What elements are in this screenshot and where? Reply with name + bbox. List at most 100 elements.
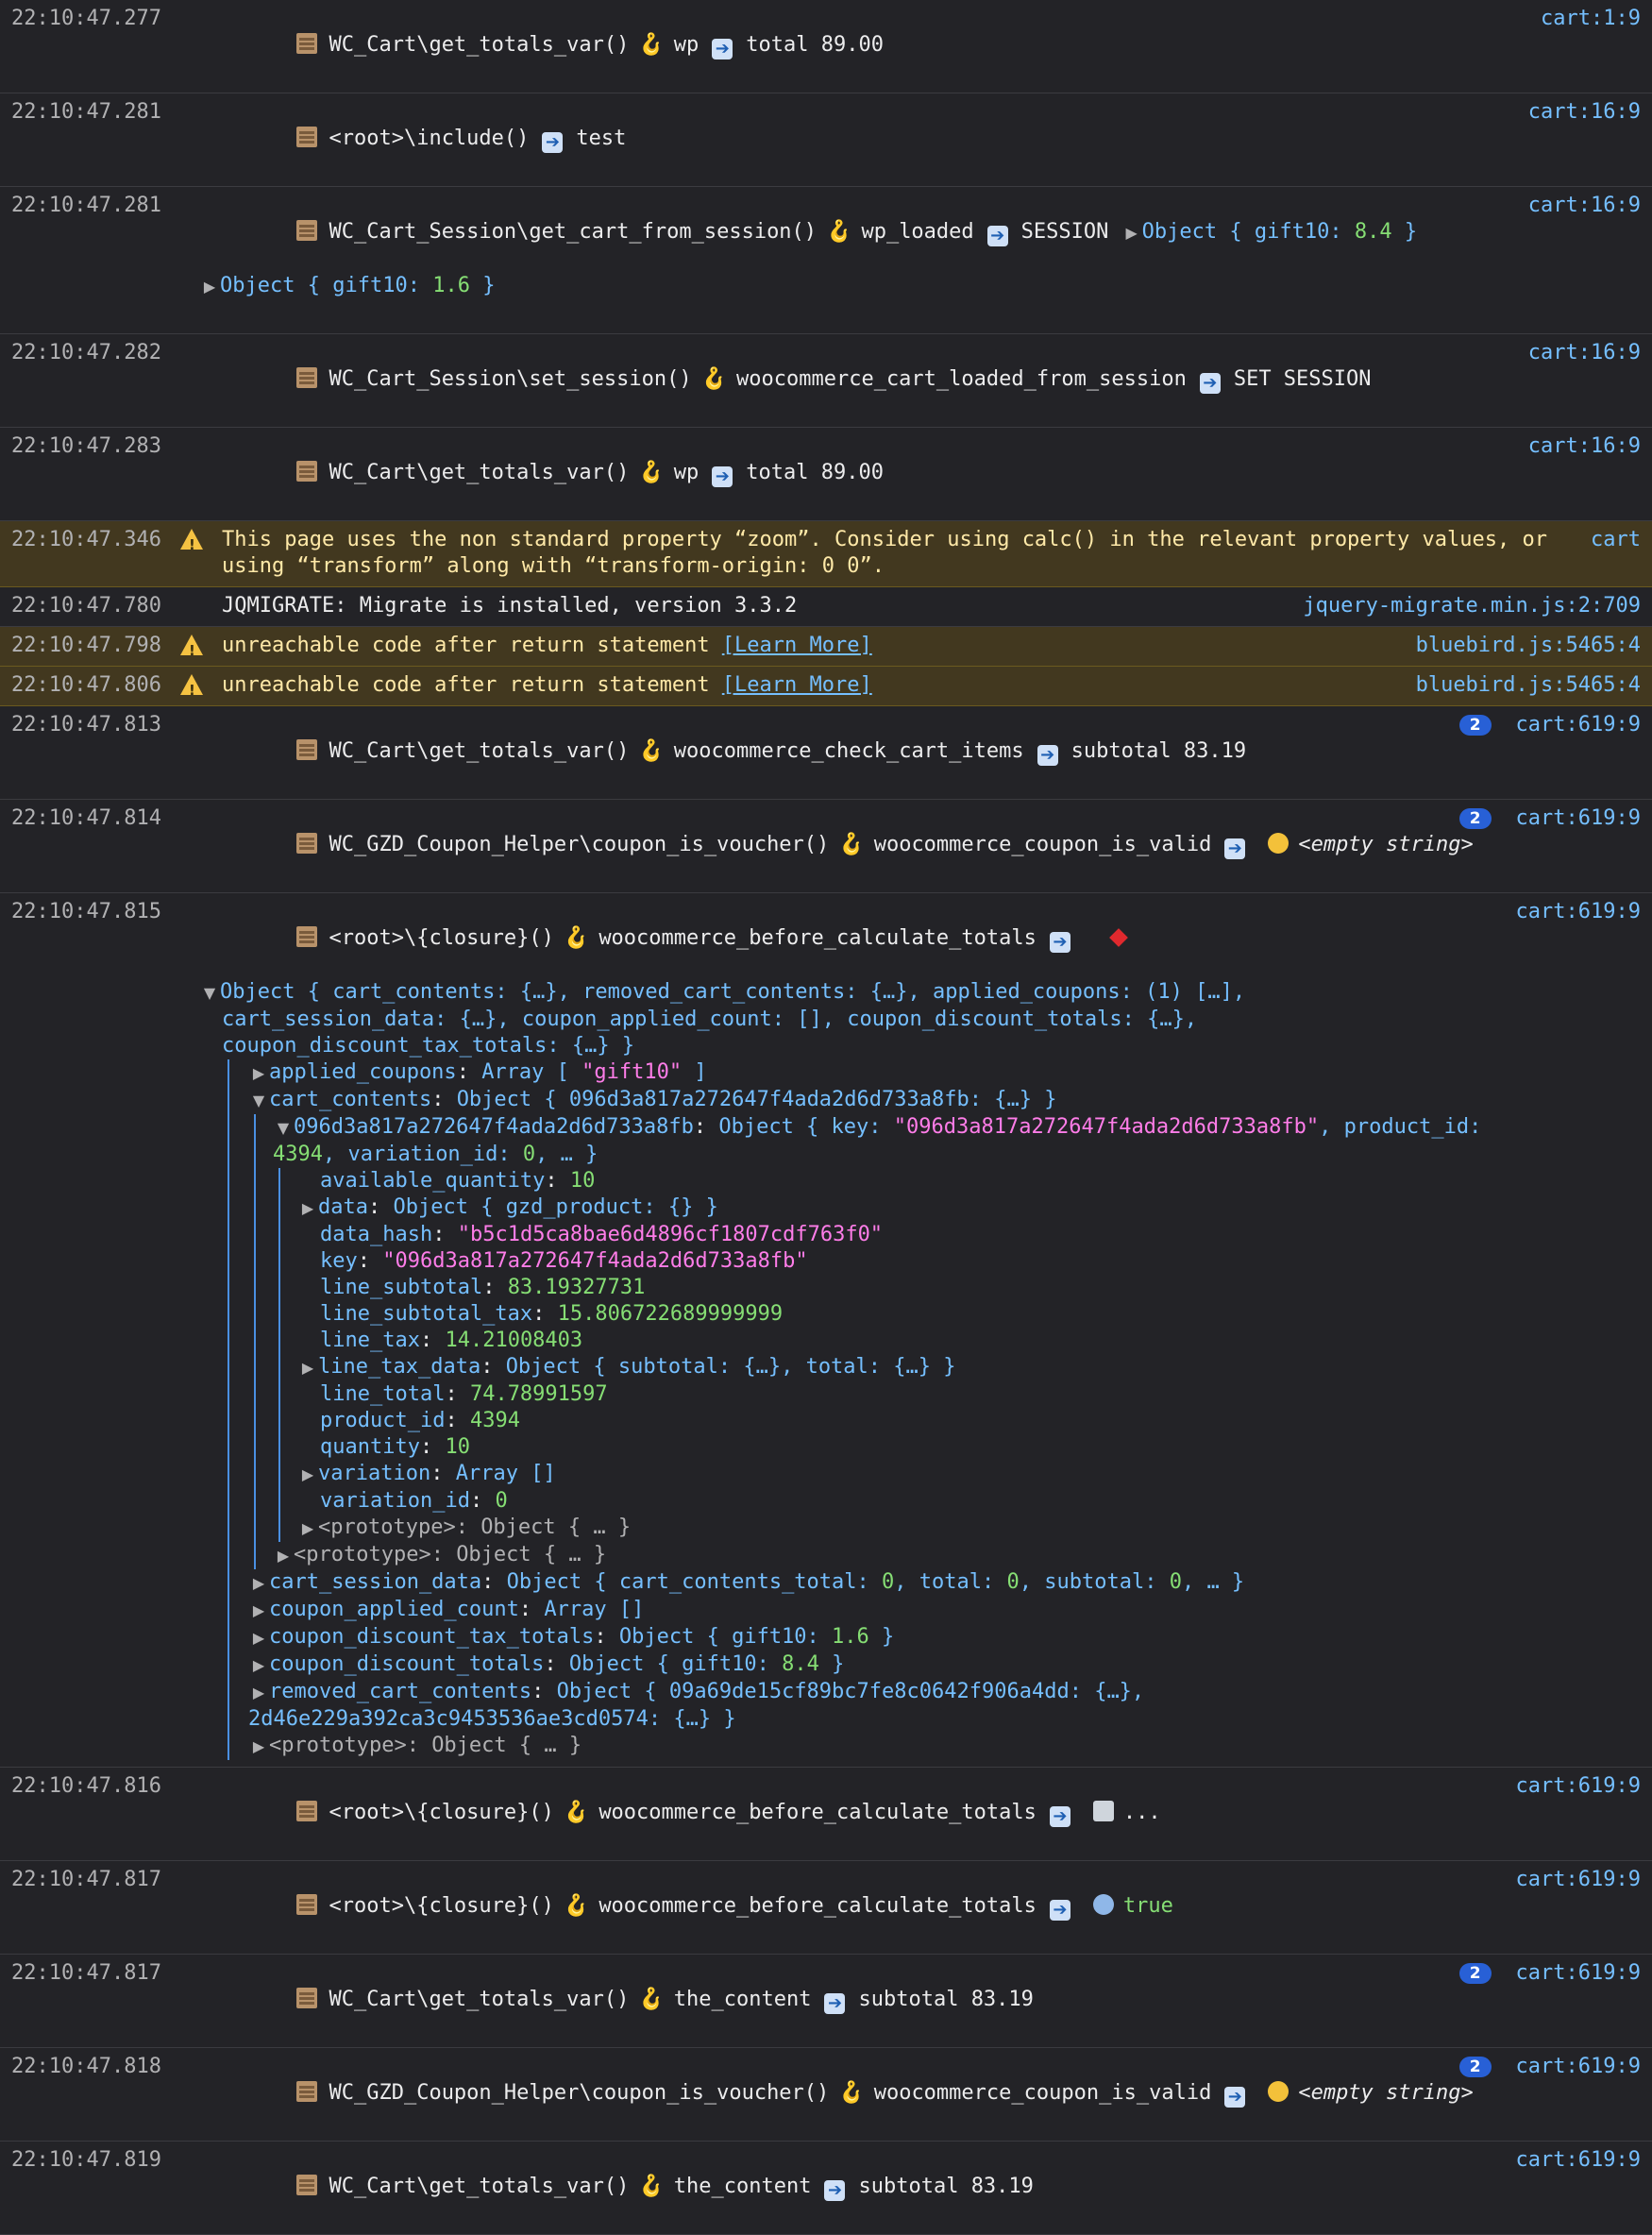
warning-message: unreachable code after return statement [222, 634, 722, 657]
source-link[interactable]: cart:16:9 [1528, 340, 1641, 366]
object-summary-line-3: coupon_discount_tax_totals: {…} } [222, 1034, 635, 1058]
console-warning-row[interactable]: 22:10:47.346 This page uses the non stan… [0, 521, 1652, 587]
function-name: WC_Cart\get_totals_var() [329, 33, 630, 57]
hook-icon: 🪝 [638, 461, 665, 484]
tree-node[interactable]: ▶ coupon_applied_count: Array [] [248, 1597, 1614, 1624]
web-console: 22:10:47.277 WC_Cart\get_totals_var() 🪝 wp… [0, 0, 1652, 2235]
source-text[interactable]: cart:1:9 [1541, 6, 1641, 32]
source-text[interactable]: cart:619:9 [1516, 2147, 1641, 2174]
console-row[interactable]: 22:10:47.277 WC_Cart\get_totals_var() 🪝 wp… [0, 0, 1652, 93]
source-link[interactable]: cart:619:9 [1516, 1867, 1641, 1893]
source-text[interactable]: cart:16:9 [1528, 340, 1641, 366]
hook-name: wp_loaded [861, 220, 974, 244]
console-row[interactable]: 22:10:47.817 WC_Cart\get_totals_var() 🪝 th… [0, 1955, 1652, 2048]
source-link[interactable]: jquery-migrate.min.js:2:709 [1303, 593, 1641, 619]
console-row[interactable]: 22:10:47.281 <root>\include() ➔ test cart:… [0, 93, 1652, 187]
source-text[interactable]: bluebird.js:5465:4 [1416, 633, 1641, 659]
source-text[interactable]: cart:619:9 [1516, 2054, 1641, 2080]
tree-node[interactable]: ▶ coupon_discount_totals: Object { gift10… [248, 1651, 1614, 1679]
tree-node[interactable]: ▶ variation: Array [] [297, 1461, 1614, 1488]
object-summary-line-1[interactable]: Object { cart_contents: {…}, removed_car… [220, 980, 1245, 1004]
tree-node[interactable]: ▶ coupon_discount_tax_totals: Object { gi… [248, 1624, 1614, 1651]
tree-node[interactable]: ▼ 096d3a817a272647f4ada2d6d733a8fb: Objec… [273, 1114, 1614, 1142]
timestamp: 22:10:47.817 [11, 1868, 161, 1891]
function-name: WC_Cart\get_totals_var() [329, 2175, 630, 2198]
learn-more-link[interactable]: [Learn More] [722, 673, 872, 697]
console-row[interactable]: 22:10:47.816 <root>\{closure}() 🪝 woocomme… [0, 1768, 1652, 1861]
tree-node[interactable]: ▶ <prototype>: Object { … } [297, 1515, 1614, 1542]
tree-node[interactable]: ▶ line_tax_data: Object { subtotal: {…}, … [297, 1354, 1614, 1381]
source-link[interactable]: cart:16:9 [1528, 433, 1641, 460]
source-text[interactable]: cart:619:9 [1516, 1960, 1641, 1987]
function-name: <root>\{closure}() [329, 926, 554, 950]
learn-more-link[interactable]: [Learn More] [722, 634, 872, 657]
collapse-triangle-icon[interactable]: ▼ [199, 980, 220, 1007]
timestamp: 22:10:47.346 [11, 528, 161, 551]
php-icon [296, 461, 318, 482]
source-link[interactable]: 2 cart:619:9 [1458, 805, 1641, 832]
source-text[interactable]: cart:619:9 [1516, 805, 1641, 832]
warning-icon [180, 529, 203, 558]
console-row[interactable]: 22:10:47.780 JQMIGRATE: Migrate is insta… [0, 587, 1652, 627]
source-link[interactable]: cart:16:9 [1528, 99, 1641, 126]
source-text[interactable]: jquery-migrate.min.js:2:709 [1303, 593, 1641, 619]
source-text[interactable]: cart:619:9 [1516, 1773, 1641, 1800]
log-value: ... [1122, 1801, 1161, 1824]
function-name: WC_Cart_Session\get_cart_from_session() [329, 220, 818, 244]
console-row[interactable]: 22:10:47.283 WC_Cart\get_totals_var() 🪝 wp… [0, 428, 1652, 521]
tree-node[interactable]: ▼ cart_contents: Object { 096d3a817a27264… [248, 1087, 1614, 1114]
source-text[interactable]: cart:619:9 [1516, 899, 1641, 925]
console-row[interactable]: 22:10:47.817 <root>\{closure}() 🪝 woocomme… [0, 1861, 1652, 1955]
source-link[interactable]: cart [1591, 527, 1641, 553]
source-link[interactable]: bluebird.js:5465:4 [1416, 633, 1641, 659]
expand-triangle-icon[interactable]: ▶ [199, 274, 220, 300]
source-text[interactable]: cart:16:9 [1528, 433, 1641, 460]
console-row[interactable]: 22:10:47.815 <root>\{closure}() 🪝 woocomme… [0, 893, 1652, 1768]
timestamp: 22:10:47.283 [11, 434, 161, 458]
tree-node[interactable]: ▶ cart_session_data: Object { cart_conten… [248, 1569, 1614, 1597]
source-link[interactable]: cart:16:9 [1528, 193, 1641, 219]
tree-node[interactable]: ▶ <prototype>: Object { … } [273, 1542, 1614, 1569]
function-name: WC_GZD_Coupon_Helper\coupon_is_voucher() [329, 2081, 830, 2105]
source-text[interactable]: bluebird.js:5465:4 [1416, 672, 1641, 699]
arrow-icon: ➔ [1224, 838, 1246, 859]
tree-node[interactable]: ▶ data: Object { gzd_product: {} } [297, 1194, 1614, 1222]
console-row[interactable]: 22:10:47.282 WC_Cart_Session\set_session… [0, 334, 1652, 428]
source-link[interactable]: 2 cart:619:9 [1458, 1960, 1641, 1987]
source-text[interactable]: cart:619:9 [1516, 1867, 1641, 1893]
surprised-face-icon [1268, 2081, 1290, 2102]
source-text[interactable]: cart:619:9 [1516, 712, 1641, 738]
hook-name: woocommerce_before_calculate_totals [598, 1801, 1037, 1824]
console-row[interactable]: 22:10:47.814 WC_GZD_Coupon_Helper\coupon… [0, 800, 1652, 893]
source-text[interactable]: cart:16:9 [1528, 193, 1641, 219]
console-row[interactable]: 22:10:47.813 WC_Cart\get_totals_var() 🪝 wo… [0, 706, 1652, 800]
object-preview[interactable]: Object { gift10: 8.4 } [1142, 220, 1417, 244]
source-link[interactable]: 2 cart:619:9 [1458, 2054, 1641, 2080]
tree-node[interactable]: ▶ applied_coupons: Array [ "gift10" ] [248, 1059, 1614, 1087]
source-link[interactable]: cart:619:9 [1516, 2147, 1641, 2174]
object-preview[interactable]: Object { gift10: 1.6 } [220, 274, 495, 297]
console-row[interactable]: 22:10:47.281 WC_Cart_Session\get_cart_fr… [0, 187, 1652, 334]
console-row[interactable]: 22:10:47.819 WC_Cart\get_totals_var() 🪝 th… [0, 2142, 1652, 2235]
source-link[interactable]: cart:619:9 [1516, 899, 1641, 925]
tree-node[interactable]: ▶ removed_cart_contents: Object { 09a69de… [248, 1679, 1614, 1706]
tree-node[interactable]: ▶ <prototype>: Object { … } [248, 1733, 1614, 1760]
console-row[interactable]: 22:10:47.818 WC_GZD_Coupon_Helper\coupon… [0, 2048, 1652, 2142]
console-warning-row[interactable]: 22:10:47.798 unreachable code after retu… [0, 627, 1652, 667]
tree-continuation: 2d46e229a392ca3c9453536ae3cd0574: {…} } [248, 1707, 736, 1731]
tree-guide-line [254, 1114, 256, 1569]
source-link[interactable]: cart:1:9 [1541, 6, 1641, 32]
source-text[interactable]: cart:16:9 [1528, 99, 1641, 126]
hook-icon: 🪝 [838, 833, 865, 856]
arrow-icon: ➔ [1224, 2087, 1246, 2108]
console-warning-row[interactable]: 22:10:47.806 unreachable code after retu… [0, 667, 1652, 706]
expand-triangle-icon[interactable]: ▶ [1121, 220, 1142, 246]
timestamp: 22:10:47.816 [11, 1774, 161, 1798]
timestamp: 22:10:47.815 [11, 900, 161, 923]
source-link[interactable]: bluebird.js:5465:4 [1416, 672, 1641, 699]
hook-icon: 🪝 [638, 33, 665, 57]
source-link[interactable]: 2 cart:619:9 [1458, 712, 1641, 738]
source-link[interactable]: cart:619:9 [1516, 1773, 1641, 1800]
function-name: <root>\{closure}() [329, 1894, 554, 1918]
source-text[interactable]: cart [1591, 527, 1641, 553]
